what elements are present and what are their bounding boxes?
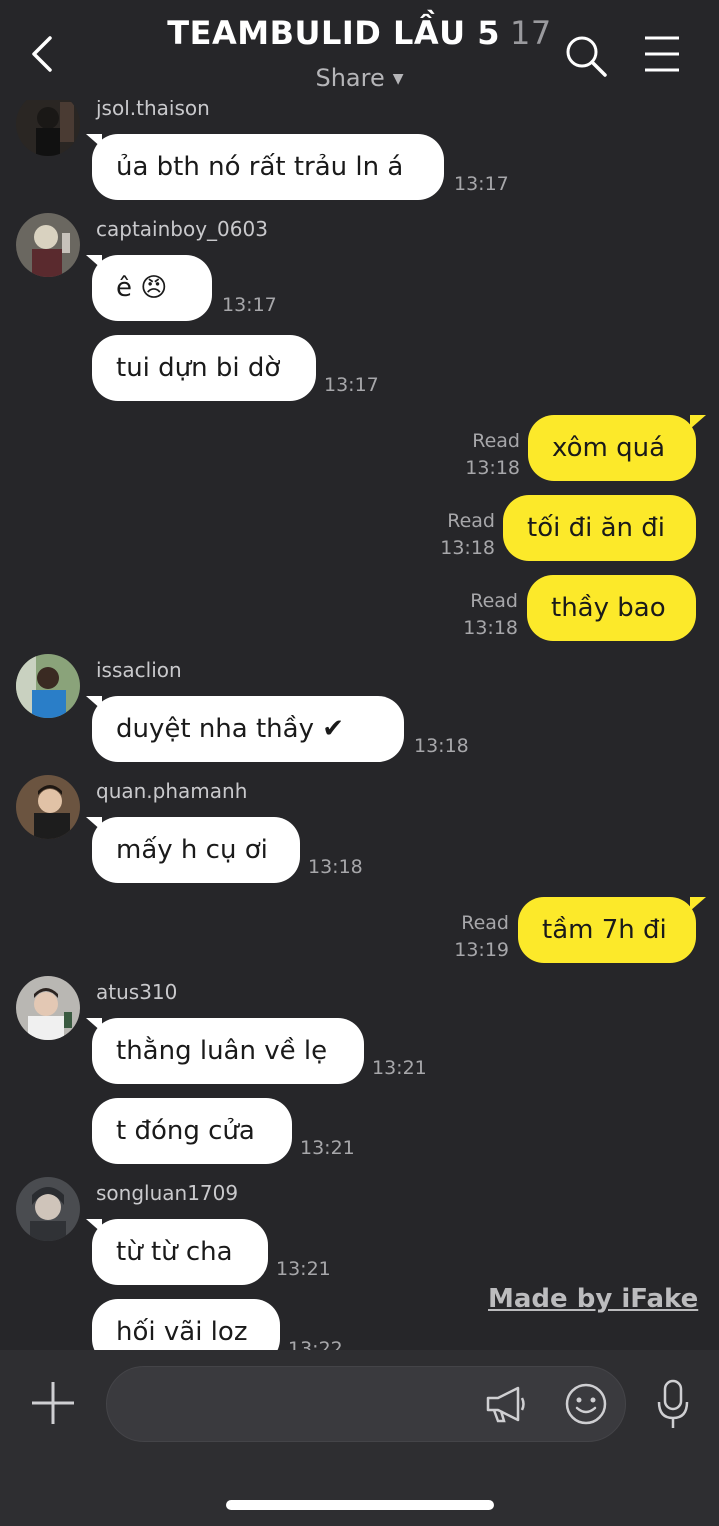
message-bubble[interactable]: thằng luân về lẹ bbox=[92, 1018, 364, 1084]
read-receipt: Read 13:18 bbox=[460, 428, 520, 482]
share-label: Share bbox=[315, 64, 385, 92]
message-time: 13:18 bbox=[414, 735, 469, 757]
message-input[interactable] bbox=[106, 1366, 626, 1442]
menu-icon bbox=[645, 36, 679, 72]
read-label: Read bbox=[470, 590, 518, 612]
message-bubble[interactable]: ê 😠 bbox=[92, 255, 212, 321]
message-bubble[interactable]: ủa bth nó rất trảu ln á bbox=[92, 134, 444, 200]
read-label: Read bbox=[447, 510, 495, 532]
username: songluan1709 bbox=[96, 1181, 239, 1205]
message-time: 13:21 bbox=[300, 1137, 355, 1159]
message-bubble[interactable]: thầy bao bbox=[527, 575, 696, 641]
smiley-icon bbox=[565, 1383, 607, 1425]
message-time: 13:18 bbox=[440, 537, 495, 559]
read-label: Read bbox=[472, 430, 520, 452]
message-bubble[interactable]: tầm 7h đi bbox=[518, 897, 696, 963]
share-dropdown[interactable]: Share ▼ bbox=[0, 64, 719, 92]
message-time: 13:22 bbox=[288, 1338, 343, 1350]
read-label: Read bbox=[461, 912, 509, 934]
message-time: 13:18 bbox=[463, 617, 518, 639]
message-bubble[interactable]: duyệt nha thầy ✔ bbox=[92, 696, 404, 762]
message-time: 13:18 bbox=[308, 856, 363, 878]
avatar[interactable] bbox=[16, 1177, 80, 1241]
message-time: 13:18 bbox=[465, 457, 520, 479]
avatar[interactable] bbox=[16, 775, 80, 839]
chat-header: TEAMBULID LẦU 5 17 Share ▼ bbox=[0, 0, 719, 100]
message-bubble[interactable]: tối đi ăn đi bbox=[503, 495, 696, 561]
message-time: 13:17 bbox=[324, 374, 379, 396]
announce-button[interactable] bbox=[484, 1384, 526, 1424]
home-indicator[interactable] bbox=[226, 1500, 494, 1510]
message-bubble[interactable]: xôm quá bbox=[528, 415, 696, 481]
chat-title[interactable]: TEAMBULID LẦU 5 17 bbox=[0, 14, 719, 52]
menu-button[interactable] bbox=[642, 34, 682, 74]
avatar[interactable] bbox=[16, 92, 80, 156]
search-icon bbox=[566, 36, 607, 77]
message-bubble[interactable]: mấy h cụ ơi bbox=[92, 817, 300, 883]
search-button[interactable] bbox=[562, 32, 610, 80]
username: captainboy_0603 bbox=[96, 217, 268, 241]
caret-down-icon: ▼ bbox=[392, 71, 404, 87]
avatar[interactable] bbox=[16, 976, 80, 1040]
message-bubble[interactable]: t đóng cửa bbox=[92, 1098, 292, 1164]
group-name: TEAMBULID LẦU 5 bbox=[167, 14, 500, 52]
read-receipt: Read 13:19 bbox=[449, 910, 509, 964]
voice-button[interactable] bbox=[654, 1378, 692, 1430]
input-bar bbox=[0, 1350, 719, 1526]
message-time: 13:19 bbox=[454, 939, 509, 961]
plus-icon bbox=[32, 1382, 74, 1424]
message-time: 13:21 bbox=[372, 1057, 427, 1079]
add-button[interactable] bbox=[30, 1380, 76, 1426]
member-count: 17 bbox=[510, 14, 552, 52]
read-receipt: Read 13:18 bbox=[435, 508, 495, 562]
message-time: 13:17 bbox=[454, 173, 509, 195]
chat-area[interactable]: jsol.thaison ủa bth nó rất trảu ln á 13:… bbox=[0, 0, 719, 1350]
username: quan.phamanh bbox=[96, 779, 248, 803]
read-receipt: Read 13:18 bbox=[458, 588, 518, 642]
message-bubble[interactable]: tui dựn bi dờ bbox=[92, 335, 316, 401]
avatar[interactable] bbox=[16, 213, 80, 277]
watermark[interactable]: Made by iFake bbox=[488, 1284, 698, 1314]
username: atus310 bbox=[96, 980, 178, 1004]
username: issaclion bbox=[96, 658, 182, 682]
message-time: 13:17 bbox=[222, 294, 277, 316]
message-bubble[interactable]: hối vãi loz bbox=[92, 1299, 280, 1350]
avatar[interactable] bbox=[16, 654, 80, 718]
message-bubble[interactable]: từ từ cha bbox=[92, 1219, 268, 1285]
message-time: 13:21 bbox=[276, 1258, 331, 1280]
mic-icon bbox=[657, 1379, 689, 1428]
emoji-button[interactable] bbox=[564, 1382, 608, 1426]
megaphone-icon bbox=[486, 1386, 525, 1423]
